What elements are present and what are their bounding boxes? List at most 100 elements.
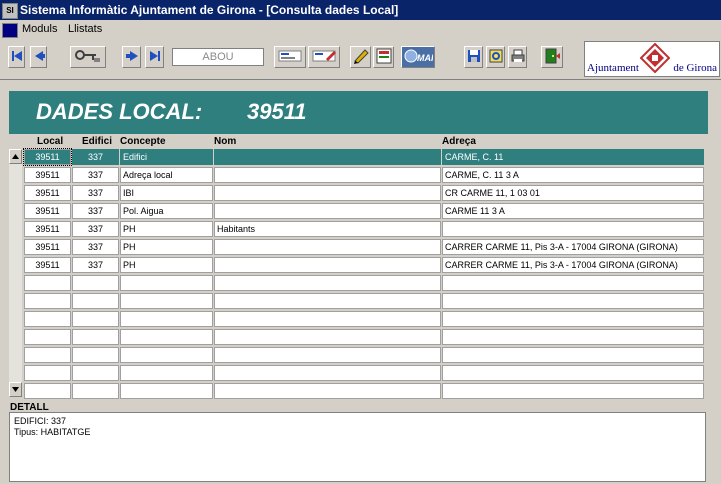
cell-concepte[interactable]: PH [120,257,213,273]
cell-adreca[interactable]: CARME, C. 11 [442,149,704,165]
scroll-up-button[interactable] [9,149,22,164]
cell-concepte[interactable]: IBI [120,185,213,201]
previous-record-button[interactable] [30,46,47,68]
menu-llistats[interactable]: Llistats [68,23,102,35]
cell-adreca[interactable] [442,365,704,381]
save-button[interactable] [464,46,483,68]
cell-concepte[interactable] [120,347,213,363]
cell-adreca[interactable]: CARME, C. 11 3 A [442,167,704,183]
cell-adreca[interactable] [442,347,704,363]
cell-adreca[interactable] [442,275,704,291]
cell-concepte[interactable]: Adreça local [120,167,213,183]
cell-adreca[interactable]: CARRER CARME 11, Pis 3-A - 17004 GIRONA … [442,257,704,273]
cell-local[interactable] [24,293,71,309]
cell-nom[interactable]: Habitants [214,221,441,237]
cell-edifici[interactable] [72,347,119,363]
pencil-button[interactable] [350,46,371,68]
floppy-disk-icon [467,50,480,62]
cell-edifici[interactable]: 337 [72,203,119,219]
cell-adreca[interactable] [442,311,704,327]
logo-text-girona: de Girona [673,62,717,74]
menu-moduls[interactable]: Moduls [22,23,57,35]
cell-adreca[interactable] [442,221,704,237]
app-icon[interactable]: SI [2,3,18,19]
edit-view-button[interactable] [308,46,340,68]
cell-local[interactable]: 39511 [24,203,71,219]
cell-edifici[interactable] [72,365,119,381]
cell-edifici[interactable] [72,293,119,309]
cell-concepte[interactable]: PH [120,221,213,237]
cell-nom[interactable] [214,347,441,363]
cell-adreca[interactable]: CR CARME 11, 1 03 01 [442,185,704,201]
cell-edifici[interactable]: 337 [72,239,119,255]
cell-concepte[interactable]: PH [120,239,213,255]
key-lookup-button[interactable] [70,46,106,68]
list-view-button[interactable] [274,46,306,68]
cell-edifici[interactable]: 337 [72,167,119,183]
cell-edifici[interactable] [72,329,119,345]
column-header-adreca: Adreça [442,136,476,147]
cell-edifici[interactable]: 337 [72,221,119,237]
last-record-button[interactable] [145,46,164,68]
cell-edifici[interactable] [72,311,119,327]
cell-nom[interactable] [214,383,441,399]
cell-concepte[interactable] [120,365,213,381]
search-input[interactable]: ABOU [172,48,264,66]
cell-local[interactable]: 39511 [24,185,71,201]
cell-local[interactable]: 39511 [24,257,71,273]
cell-concepte[interactable] [120,329,213,345]
cell-edifici[interactable]: 337 [72,257,119,273]
cell-edifici[interactable]: 337 [72,185,119,201]
cell-edifici[interactable] [72,275,119,291]
map-label: MAP [417,53,433,63]
cell-local[interactable] [24,275,71,291]
cell-nom[interactable] [214,329,441,345]
cell-nom[interactable] [214,149,441,165]
document-icon[interactable] [2,23,18,38]
cell-concepte[interactable] [120,275,213,291]
vertical-scrollbar[interactable] [9,149,22,397]
cell-adreca[interactable]: CARME 11 3 A [442,203,704,219]
cell-edifici[interactable]: 337 [72,149,119,165]
cell-local[interactable] [24,311,71,327]
scroll-down-button[interactable] [9,382,22,397]
cell-nom[interactable] [214,365,441,381]
next-record-button[interactable] [122,46,141,68]
cell-concepte[interactable] [120,383,213,399]
first-record-button[interactable] [8,46,25,68]
cell-local[interactable] [24,383,71,399]
cell-concepte[interactable]: Pol. Aigua [120,203,213,219]
exit-button[interactable] [541,46,563,68]
cell-nom[interactable] [214,311,441,327]
cell-nom[interactable] [214,185,441,201]
cell-local[interactable]: 39511 [23,148,72,166]
cell-concepte[interactable] [120,293,213,309]
cell-concepte[interactable]: Edifici [120,149,213,165]
form-button[interactable] [373,46,394,68]
arrow-down-icon [12,387,19,392]
cell-nom[interactable] [214,167,441,183]
cell-edifici[interactable] [72,383,119,399]
preview-button[interactable] [486,46,505,68]
map-icon: MAP [404,49,433,63]
cell-adreca[interactable] [442,293,704,309]
map-button[interactable]: MAP [401,46,435,68]
cell-local[interactable]: 39511 [24,167,71,183]
cell-local[interactable]: 39511 [24,239,71,255]
cell-adreca[interactable]: CARRER CARME 11, Pis 3-A - 17004 GIRONA … [442,239,704,255]
cell-adreca[interactable] [442,329,704,345]
cell-local[interactable]: 39511 [24,221,71,237]
cell-nom[interactable] [214,239,441,255]
cell-nom[interactable] [214,257,441,273]
cell-local[interactable] [24,329,71,345]
cell-nom[interactable] [214,203,441,219]
cell-nom[interactable] [214,275,441,291]
cell-local[interactable] [24,365,71,381]
cell-adreca[interactable] [442,383,704,399]
preview-icon [489,49,502,63]
cell-nom[interactable] [214,293,441,309]
print-button[interactable] [508,46,527,68]
cell-local[interactable] [24,347,71,363]
cell-concepte[interactable] [120,311,213,327]
detail-textarea[interactable]: EDIFICI: 337 Tipus: HABITATGE [9,412,706,482]
